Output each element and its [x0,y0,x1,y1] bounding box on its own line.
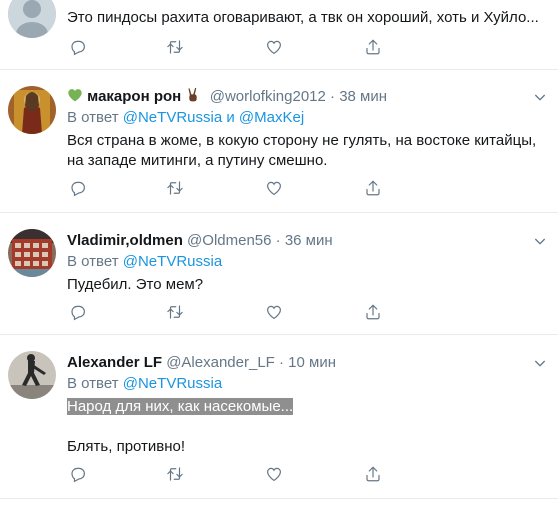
display-name[interactable]: макарон рон [87,88,181,105]
reply-and: и [226,109,235,126]
mention-link[interactable]: @MaxKej [239,109,304,126]
avatar[interactable] [8,351,56,399]
avatar[interactable] [8,86,56,134]
green-heart-icon [67,87,83,109]
tweet-text-line: Вся страна в жоме, в кокую сторону не гу… [67,132,537,149]
tweet-header: макарон рон @worlofking2012 · 38 мин [67,87,528,109]
mention-link[interactable]: @NeTVRussia [123,375,222,392]
tweet-time[interactable]: 10 мин [288,354,336,371]
tweet-text-highlighted: Народ для них, как насекомые... [67,398,294,415]
tweet-actions [67,303,387,323]
share-icon[interactable] [364,179,384,199]
like-icon[interactable] [265,179,285,199]
tweet-text-line: на западе митинги, а путину смешно. [67,152,328,169]
tweet-time[interactable]: 36 мин [285,232,333,249]
tweet-0[interactable]: Это пиндосы рахита оговаривают, а твк он… [0,0,558,70]
separator-dot: · [275,232,281,249]
retweet-icon[interactable] [166,179,186,199]
chevron-down-icon[interactable] [532,233,548,249]
retweet-icon[interactable] [166,465,186,485]
separator-dot: · [279,354,284,371]
reply-prefix: В ответ [67,253,119,270]
victory-hand-icon [185,87,201,109]
tweet-text: Пудебил. Это мем? [67,276,204,293]
tweet-2[interactable]: Vladimir,oldmen @Oldmen56 · 36 мин В отв… [0,214,558,335]
retweet-icon[interactable] [166,303,186,323]
avatar[interactable] [8,0,56,38]
display-name[interactable]: Vladimir,oldmen [67,232,183,249]
tweet-time[interactable]: 38 мин [339,88,387,105]
tweet-actions [67,179,387,199]
share-icon[interactable] [364,465,384,485]
reply-prefix: В ответ [67,109,119,126]
like-icon[interactable] [265,465,285,485]
reply-context: В ответ @NeTVRussia [67,374,222,394]
tweet-actions [67,465,387,485]
user-handle[interactable]: @Alexander_LF [166,354,275,371]
separator-dot: · [330,88,336,105]
reply-prefix: В ответ [67,375,119,392]
user-handle[interactable]: @Oldmen56 [187,232,271,249]
reply-context: В ответ @NeTVRussia и @MaxKej [67,108,304,128]
tweet-1[interactable]: макарон рон @worlofking2012 · 38 мин В о… [0,71,558,213]
mention-link[interactable]: @NeTVRussia [123,253,222,270]
tweet-3[interactable]: Alexander LF @Alexander_LF · 10 мин В от… [0,336,558,499]
tweet-text: Это пиндосы рахита оговаривают, а твк он… [67,9,539,26]
tweet-header: Alexander LF @Alexander_LF · 10 мин [67,353,528,373]
tweet-text: Вся страна в жоме, в кокую сторону не гу… [67,131,548,171]
reply-context: В ответ @NeTVRussia [67,252,222,272]
reply-icon[interactable] [69,465,89,485]
tweet-actions [67,38,387,58]
mention-link[interactable]: @NeTVRussia [123,109,222,126]
like-icon[interactable] [265,38,285,58]
avatar[interactable] [8,229,56,277]
user-handle[interactable]: @worlofking2012 [210,88,326,105]
retweet-icon[interactable] [166,38,186,58]
share-icon[interactable] [364,303,384,323]
chevron-down-icon[interactable] [532,89,548,105]
display-name[interactable]: Alexander LF [67,354,162,371]
reply-icon[interactable] [69,303,89,323]
tweet-text-line: Блять, противно! [67,438,186,455]
reply-icon[interactable] [69,179,89,199]
share-icon[interactable] [364,38,384,58]
tweet-header: Vladimir,oldmen @Oldmen56 · 36 мин [67,231,528,251]
reply-icon[interactable] [69,38,89,58]
tweet-text: Народ для них, как насекомые... Блять, п… [67,397,548,457]
like-icon[interactable] [265,303,285,323]
chevron-down-icon[interactable] [532,355,548,371]
